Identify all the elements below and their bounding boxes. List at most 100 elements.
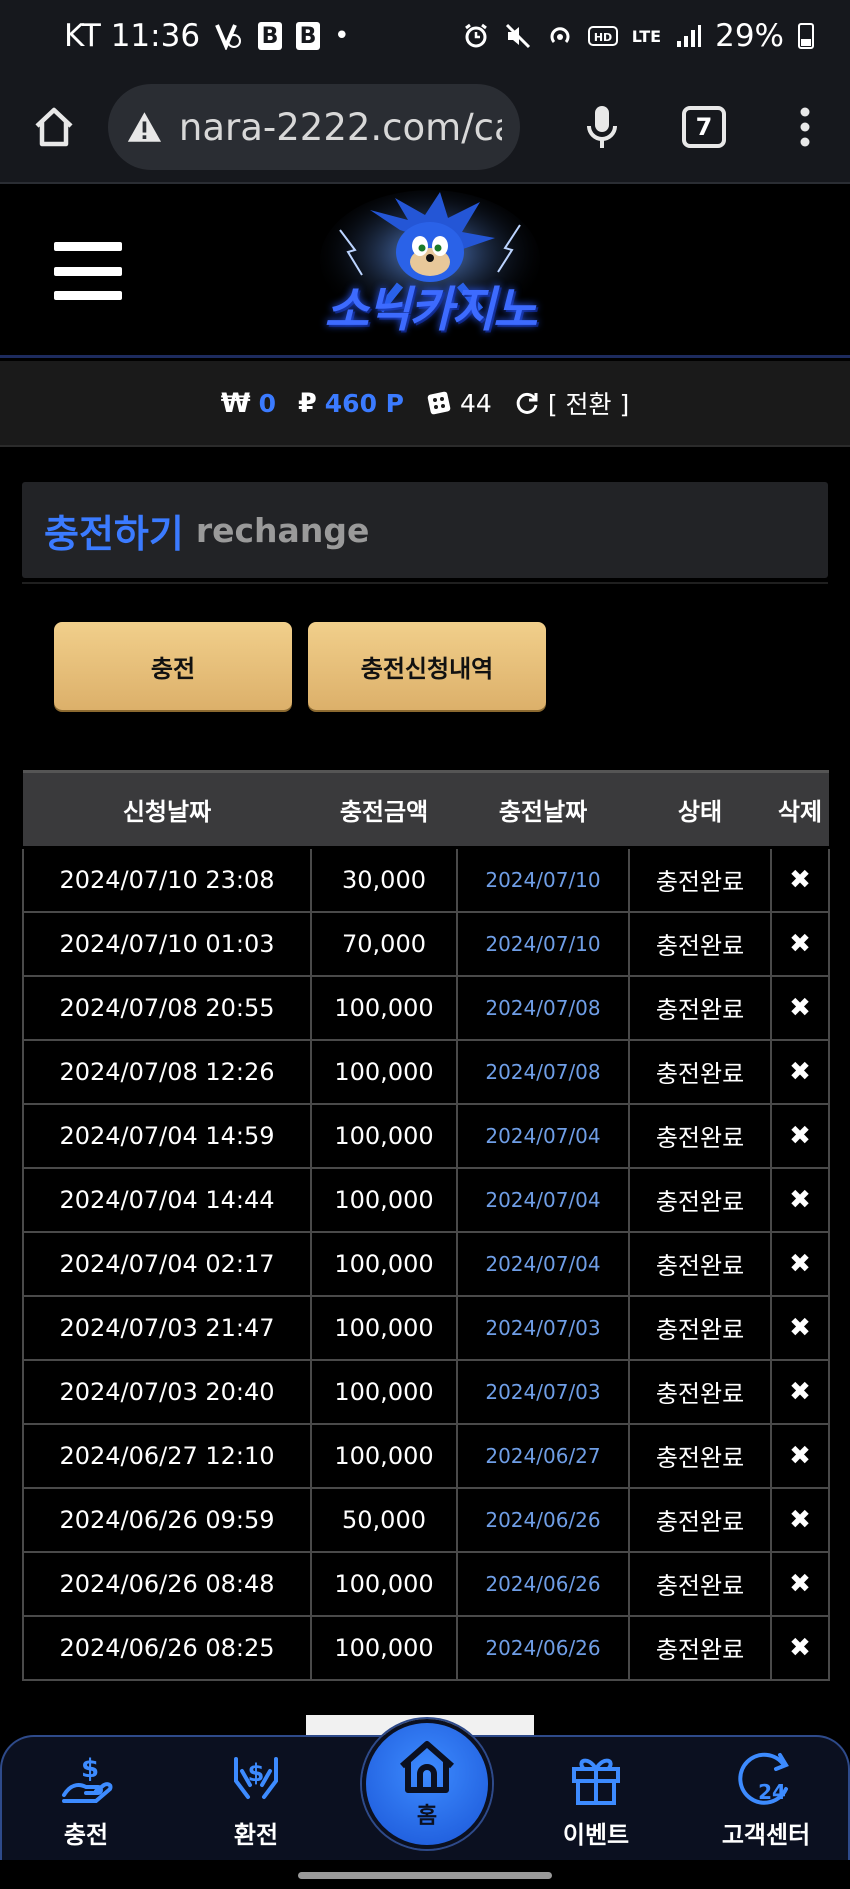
delete-button[interactable]: ✖ [770, 1614, 830, 1681]
delete-button[interactable]: ✖ [770, 974, 830, 1041]
switch-label: [ 전환 ] [547, 390, 630, 419]
warning-icon [127, 112, 162, 142]
site-logo[interactable]: 소닉카지노 [300, 190, 560, 354]
home-icon [35, 107, 73, 147]
more-vert-icon [800, 107, 810, 147]
dice-icon [427, 391, 451, 415]
point-icon: ₽ [297, 387, 317, 419]
delete-button[interactable]: ✖ [770, 1102, 830, 1169]
status-cell: 충전완료 [628, 1486, 772, 1553]
nav-label: 충전 [63, 1821, 109, 1849]
table-header-row: 신청날짜 충전금액 충전날짜 상태 삭제 [23, 770, 829, 848]
charge-date-cell: 2024/07/04 [456, 1102, 630, 1169]
nav-charge[interactable]: $ 충전 [26, 1751, 146, 1861]
charge-history-button[interactable]: 충전신청내역 [308, 622, 546, 710]
charge-history-table: 신청날짜 충전금액 충전날짜 상태 삭제 2024/07/10 23:08 30,… [22, 770, 830, 1681]
nav-label: 이벤트 [562, 1821, 630, 1849]
nav-home[interactable]: 홈 [362, 1719, 492, 1849]
request-date-cell: 2024/06/27 12:10 [22, 1422, 312, 1489]
request-date-cell: 2024/07/03 21:47 [22, 1294, 312, 1361]
chip-value: 44 [460, 388, 492, 418]
delete-button[interactable]: ✖ [770, 1294, 830, 1361]
delete-button[interactable]: ✖ [770, 910, 830, 977]
amount-cell: 100,000 [310, 1358, 458, 1425]
table-row: 2024/06/27 12:10 100,000 2024/06/27 충전완료 ✖ [22, 1422, 830, 1489]
action-buttons: 충전 충전신청내역 [54, 622, 546, 710]
charge-date-cell: 2024/07/04 [456, 1230, 630, 1297]
voice-search-button[interactable] [552, 71, 652, 183]
home-icon [400, 1741, 454, 1793]
table-row: 2024/06/26 09:59 50,000 2024/06/26 충전완료 ✖ [22, 1486, 830, 1553]
nav-support[interactable]: 24 고객센터 [706, 1751, 826, 1861]
support-24-icon: 24 [738, 1752, 789, 1805]
request-date-cell: 2024/06/26 08:25 [22, 1614, 312, 1681]
cash-balance: ₩ 0 [221, 388, 276, 419]
table-row: 2024/07/03 21:47 100,000 2024/07/03 충전완료 ✖ [22, 1294, 830, 1361]
tab-switcher-button[interactable]: 7 [682, 106, 726, 148]
browser-toolbar: nara-2222.com/ca: 7 [0, 72, 850, 184]
delete-button[interactable]: ✖ [770, 846, 830, 913]
amount-cell: 100,000 [310, 1038, 458, 1105]
table-row: 2024/06/26 08:48 100,000 2024/06/26 충전완료 ✖ [22, 1550, 830, 1617]
notification-dot-icon: • [334, 21, 350, 51]
data-saver-icon [214, 22, 244, 50]
mute-icon [504, 22, 532, 50]
delete-button[interactable]: ✖ [770, 1038, 830, 1105]
table-row: 2024/07/10 01:03 70,000 2024/07/10 충전완료 ✖ [22, 910, 830, 977]
nav-exchange[interactable]: $ 환전 [196, 1751, 316, 1861]
request-date-cell: 2024/07/10 23:08 [22, 846, 312, 913]
page-subtitle: rechange [195, 510, 370, 550]
delete-button[interactable]: ✖ [770, 1230, 830, 1297]
bottom-nav: $ 충전 $ 환전 홈 이벤트 24 고객센터 [0, 1719, 850, 1861]
status-cell: 충전완료 [628, 974, 772, 1041]
amount-cell: 100,000 [310, 1294, 458, 1361]
column-header: 삭제 [771, 770, 829, 848]
point-value: 460 P [324, 388, 404, 418]
status-cell: 충전완료 [628, 1102, 772, 1169]
browser-home-button[interactable] [0, 71, 108, 183]
mic-icon [587, 106, 617, 148]
amount-cell: 100,000 [310, 1102, 458, 1169]
amount-cell: 50,000 [310, 1486, 458, 1553]
request-date-cell: 2024/07/08 12:26 [22, 1038, 312, 1105]
delete-button[interactable]: ✖ [770, 1550, 830, 1617]
browser-menu-button[interactable] [770, 71, 840, 183]
column-header: 충전금액 [311, 770, 457, 848]
status-cell: 충전완료 [628, 1166, 772, 1233]
amount-cell: 100,000 [310, 1166, 458, 1233]
status-time: KT 11:36 [64, 18, 201, 54]
charge-date-cell: 2024/06/26 [456, 1614, 630, 1681]
delete-button[interactable]: ✖ [770, 1358, 830, 1425]
column-header: 상태 [629, 770, 771, 848]
table-row: 2024/07/04 14:44 100,000 2024/07/04 충전완료 ✖ [22, 1166, 830, 1233]
svg-text:HD: HD [594, 31, 612, 44]
charge-date-cell: 2024/06/27 [456, 1422, 630, 1489]
amount-cell: 100,000 [310, 1422, 458, 1489]
site-header: 소닉카지노 [0, 186, 850, 358]
delete-button[interactable]: ✖ [770, 1422, 830, 1489]
switch-button[interactable]: [ 전환 ] [514, 385, 629, 421]
address-bar[interactable]: nara-2222.com/ca: [108, 84, 520, 170]
amount-cell: 70,000 [310, 910, 458, 977]
b-badge-icon: B [258, 22, 283, 50]
hamburger-menu-icon[interactable] [54, 242, 122, 300]
hands-dollar-icon: $ [234, 1757, 278, 1799]
gesture-handle[interactable] [298, 1872, 552, 1879]
status-cell: 충전완료 [628, 1614, 772, 1681]
nav-event[interactable]: 이벤트 [536, 1751, 656, 1861]
hd-icon: HD [587, 24, 618, 48]
charge-date-cell: 2024/07/04 [456, 1166, 630, 1233]
status-cell: 충전완료 [628, 1038, 772, 1105]
signal-icon [675, 23, 702, 49]
charge-date-cell: 2024/06/26 [456, 1550, 630, 1617]
status-bar: KT 11:36 B B • HD LTE 29% [0, 0, 850, 72]
delete-button[interactable]: ✖ [770, 1486, 830, 1553]
battery-percent: 29% [715, 18, 784, 54]
balance-bar: ₩ 0 ₽ 460 P 44 [ 전환 ] [0, 361, 850, 447]
charge-button[interactable]: 충전 [54, 622, 292, 710]
nav-label: 환전 [233, 1821, 279, 1849]
column-header: 신청날짜 [23, 770, 311, 848]
delete-button[interactable]: ✖ [770, 1166, 830, 1233]
request-date-cell: 2024/07/04 14:44 [22, 1166, 312, 1233]
charge-date-cell: 2024/06/26 [456, 1486, 630, 1553]
